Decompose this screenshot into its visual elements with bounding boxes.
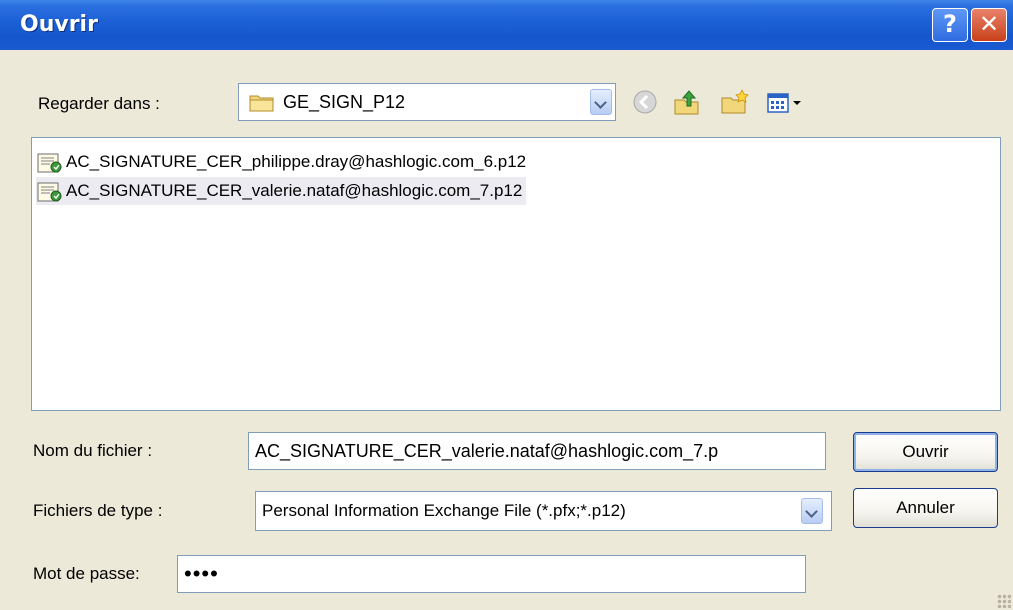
cancel-button[interactable]: Annuler xyxy=(853,488,998,528)
up-folder-icon[interactable] xyxy=(672,88,702,116)
list-item-selected[interactable]: AC_SIGNATURE_CER_valerie.nataf@hashlogic… xyxy=(36,177,527,205)
chevron-down-icon[interactable] xyxy=(590,89,612,115)
filename-label: Nom du fichier : xyxy=(33,441,153,460)
lookin-label: Regarder dans : xyxy=(38,94,160,113)
file-name: AC_SIGNATURE_CER_philippe.dray@hashlogic… xyxy=(66,152,527,171)
window-title: Ouvrir xyxy=(20,12,98,37)
filetype-value: Personal Information Exchange File (*.pf… xyxy=(262,501,626,520)
help-button[interactable]: ? xyxy=(932,8,968,42)
certificate-file-icon xyxy=(37,182,62,202)
lookin-value: GE_SIGN_P12 xyxy=(283,92,406,112)
folder-icon xyxy=(249,95,274,112)
title-bar[interactable]: Ouvrir ? ✕ xyxy=(0,0,1013,50)
open-button[interactable]: Ouvrir xyxy=(853,432,998,472)
chevron-down-icon[interactable] xyxy=(801,498,823,524)
back-icon[interactable] xyxy=(630,88,660,116)
close-button[interactable]: ✕ xyxy=(971,8,1007,42)
filetype-label: Fichiers de type : xyxy=(33,501,163,520)
file-list[interactable]: AC_SIGNATURE_CER_philippe.dray@hashlogic… xyxy=(31,137,1001,411)
resize-grip-icon[interactable] xyxy=(997,594,1011,608)
file-name: AC_SIGNATURE_CER_valerie.nataf@hashlogic… xyxy=(66,181,523,200)
password-input[interactable]: •••• xyxy=(177,555,806,593)
filename-input[interactable]: AC_SIGNATURE_CER_valerie.nataf@hashlogic… xyxy=(248,432,826,470)
password-label: Mot de passe: xyxy=(33,564,140,583)
list-item[interactable]: AC_SIGNATURE_CER_philippe.dray@hashlogic… xyxy=(36,148,530,176)
filetype-dropdown[interactable]: Personal Information Exchange File (*.pf… xyxy=(255,491,832,531)
new-folder-icon[interactable] xyxy=(720,88,750,116)
view-menu-icon[interactable] xyxy=(766,88,806,116)
lookin-dropdown[interactable]: GE_SIGN_P12 xyxy=(238,83,616,121)
open-dialog: Ouvrir ? ✕ Regarder dans : GE_SIGN_P12 A… xyxy=(0,0,1013,610)
certificate-file-icon xyxy=(37,153,62,173)
